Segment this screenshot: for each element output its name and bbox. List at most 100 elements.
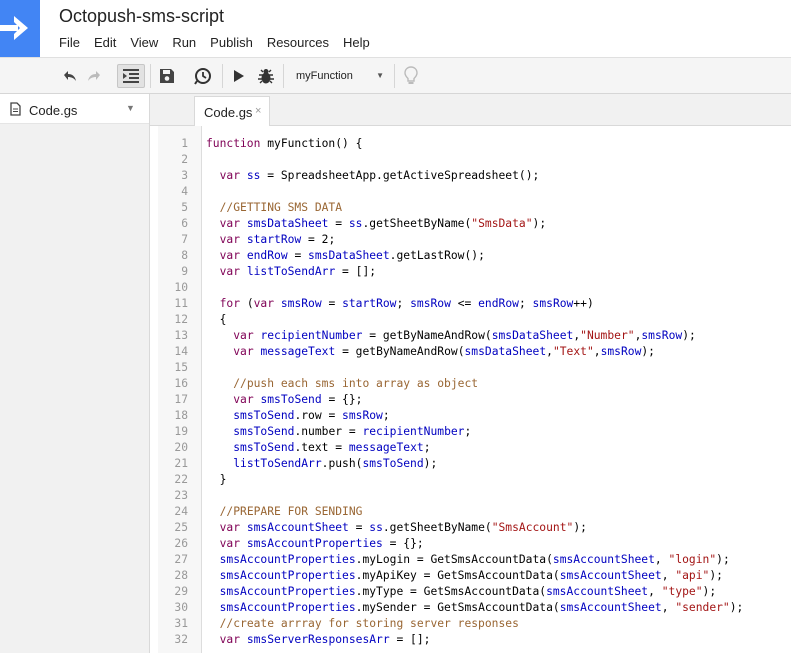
toolbar-divider xyxy=(283,64,284,88)
line-number: 22 xyxy=(174,473,188,486)
code-text: var messageText = getByNameAndRow(smsDat… xyxy=(233,345,655,358)
toolbar-divider xyxy=(150,64,151,88)
code-line: 23 xyxy=(158,488,791,504)
code-text: for (var smsRow = startRow; smsRow <= en… xyxy=(219,297,594,310)
code-line: 28 smsAccountProperties.myApiKey = GetSm… xyxy=(158,568,791,584)
code-line: 22 } xyxy=(158,472,791,488)
code-text: smsAccountProperties.myApiKey = GetSmsAc… xyxy=(219,569,723,582)
file-icon xyxy=(10,102,21,116)
menu-publish[interactable]: Publish xyxy=(203,34,260,52)
line-number: 10 xyxy=(174,281,188,294)
code-line: 11 for (var smsRow = startRow; smsRow <=… xyxy=(158,296,791,312)
code-line: 30 smsAccountProperties.mySender = GetSm… xyxy=(158,600,791,616)
code-text: listToSendArr.push(smsToSend); xyxy=(233,457,438,470)
menu-edit[interactable]: Edit xyxy=(87,34,123,52)
line-number: 5 xyxy=(181,201,188,214)
line-number: 7 xyxy=(181,233,188,246)
line-number: 13 xyxy=(174,329,188,342)
code-line: 27 smsAccountProperties.myLogin = GetSms… xyxy=(158,552,791,568)
line-number: 11 xyxy=(174,297,188,310)
line-number: 26 xyxy=(174,537,188,550)
code-line: 6 var smsDataSheet = ss.getSheetByName("… xyxy=(158,216,791,232)
line-number: 16 xyxy=(174,377,188,390)
file-item[interactable]: Code.gs ▼ xyxy=(0,94,149,124)
toolbar-divider xyxy=(394,64,395,88)
save-icon xyxy=(160,69,174,83)
line-number: 8 xyxy=(181,249,188,262)
code-line: 13 var recipientNumber = getByNameAndRow… xyxy=(158,328,791,344)
lightbulb-button[interactable] xyxy=(400,64,422,88)
menu-bar: File Edit View Run Publish Resources Hel… xyxy=(52,34,377,52)
code-line: 8 var endRow = smsDataSheet.getLastRow()… xyxy=(158,248,791,264)
code-text: //GETTING SMS DATA xyxy=(219,201,343,214)
code-line: 12 { xyxy=(158,312,791,328)
undo-button[interactable] xyxy=(58,64,80,88)
line-number: 24 xyxy=(174,505,188,518)
tab-label: Code.gs xyxy=(204,105,253,120)
code-text: //PREPARE FOR SENDING xyxy=(219,505,363,518)
code-text: smsAccountProperties.mySender = GetSmsAc… xyxy=(219,601,744,614)
file-name: Code.gs xyxy=(29,103,78,118)
function-select[interactable]: myFunction ▼ xyxy=(286,64,394,88)
line-number: 23 xyxy=(174,489,188,502)
code-text: var startRow = 2; xyxy=(219,233,336,246)
code-lines: 1 function myFunction() {2 3 var ss = Spre… xyxy=(158,136,791,648)
editor-tabs: Code.gs × xyxy=(150,94,791,126)
indent-icon xyxy=(123,69,139,83)
toolbar: myFunction ▼ xyxy=(0,57,791,94)
code-line: 4 xyxy=(158,184,791,200)
debug-button[interactable] xyxy=(255,64,277,88)
code-text: var smsAccountSheet = ss.getSheetByName(… xyxy=(219,521,587,534)
code-text: var smsDataSheet = ss.getSheetByName("Sm… xyxy=(219,217,547,230)
debug-bug-icon xyxy=(258,69,274,84)
function-select-label: myFunction xyxy=(296,70,353,82)
line-number: 21 xyxy=(174,457,188,470)
menu-file[interactable]: File xyxy=(52,34,87,52)
line-number: 12 xyxy=(174,313,188,326)
redo-button[interactable] xyxy=(84,64,106,88)
code-text: smsToSend.row = smsRow; xyxy=(233,409,390,422)
tab-code-gs[interactable]: Code.gs × xyxy=(194,96,270,126)
code-text: //create arrray for storing server respo… xyxy=(219,617,519,630)
indent-button[interactable] xyxy=(117,64,145,88)
line-number: 2 xyxy=(181,153,188,166)
project-title[interactable]: Octopush-sms-script xyxy=(59,6,224,27)
line-number: 15 xyxy=(174,361,188,374)
code-text: var smsServerResponsesArr = []; xyxy=(219,633,431,646)
code-text: smsAccountProperties.myLogin = GetSmsAcc… xyxy=(219,553,730,566)
lightbulb-icon xyxy=(404,66,418,84)
code-line: 32 var smsServerResponsesArr = []; xyxy=(158,632,791,648)
menu-help[interactable]: Help xyxy=(336,34,377,52)
code-text: var ss = SpreadsheetApp.getActiveSpreads… xyxy=(219,169,540,182)
run-button[interactable] xyxy=(230,64,248,88)
line-number: 30 xyxy=(174,601,188,614)
tab-close-icon[interactable]: × xyxy=(255,105,261,117)
code-line: 17 var smsToSend = {}; xyxy=(158,392,791,408)
code-text: function myFunction() { xyxy=(206,137,363,150)
line-number: 4 xyxy=(181,185,188,198)
code-line: 7 var startRow = 2; xyxy=(158,232,791,248)
code-line: 20 smsToSend.text = messageText; xyxy=(158,440,791,456)
code-line: 24 //PREPARE FOR SENDING xyxy=(158,504,791,520)
triggers-button[interactable] xyxy=(191,64,215,88)
code-text: var smsAccountProperties = {}; xyxy=(219,537,424,550)
code-text: var listToSendArr = []; xyxy=(219,265,377,278)
apps-script-logo[interactable] xyxy=(0,0,40,57)
line-number: 32 xyxy=(174,633,188,646)
line-number: 18 xyxy=(174,409,188,422)
code-text: //push each sms into array as object xyxy=(233,377,479,390)
chevron-down-icon: ▼ xyxy=(376,71,384,80)
line-number: 28 xyxy=(174,569,188,582)
file-menu-caret-icon[interactable]: ▼ xyxy=(126,103,135,113)
menu-run[interactable]: Run xyxy=(165,34,203,52)
code-editor[interactable]: 1 function myFunction() {2 3 var ss = Spre… xyxy=(150,126,791,653)
code-text: smsAccountProperties.myType = GetSmsAcco… xyxy=(219,585,717,598)
menu-resources[interactable]: Resources xyxy=(260,34,336,52)
code-text: } xyxy=(206,473,227,486)
menu-view[interactable]: View xyxy=(123,34,165,52)
line-number: 17 xyxy=(174,393,188,406)
line-number: 31 xyxy=(174,617,188,630)
code-line: 10 xyxy=(158,280,791,296)
code-line: 31 //create arrray for storing server re… xyxy=(158,616,791,632)
save-button[interactable] xyxy=(156,64,178,88)
